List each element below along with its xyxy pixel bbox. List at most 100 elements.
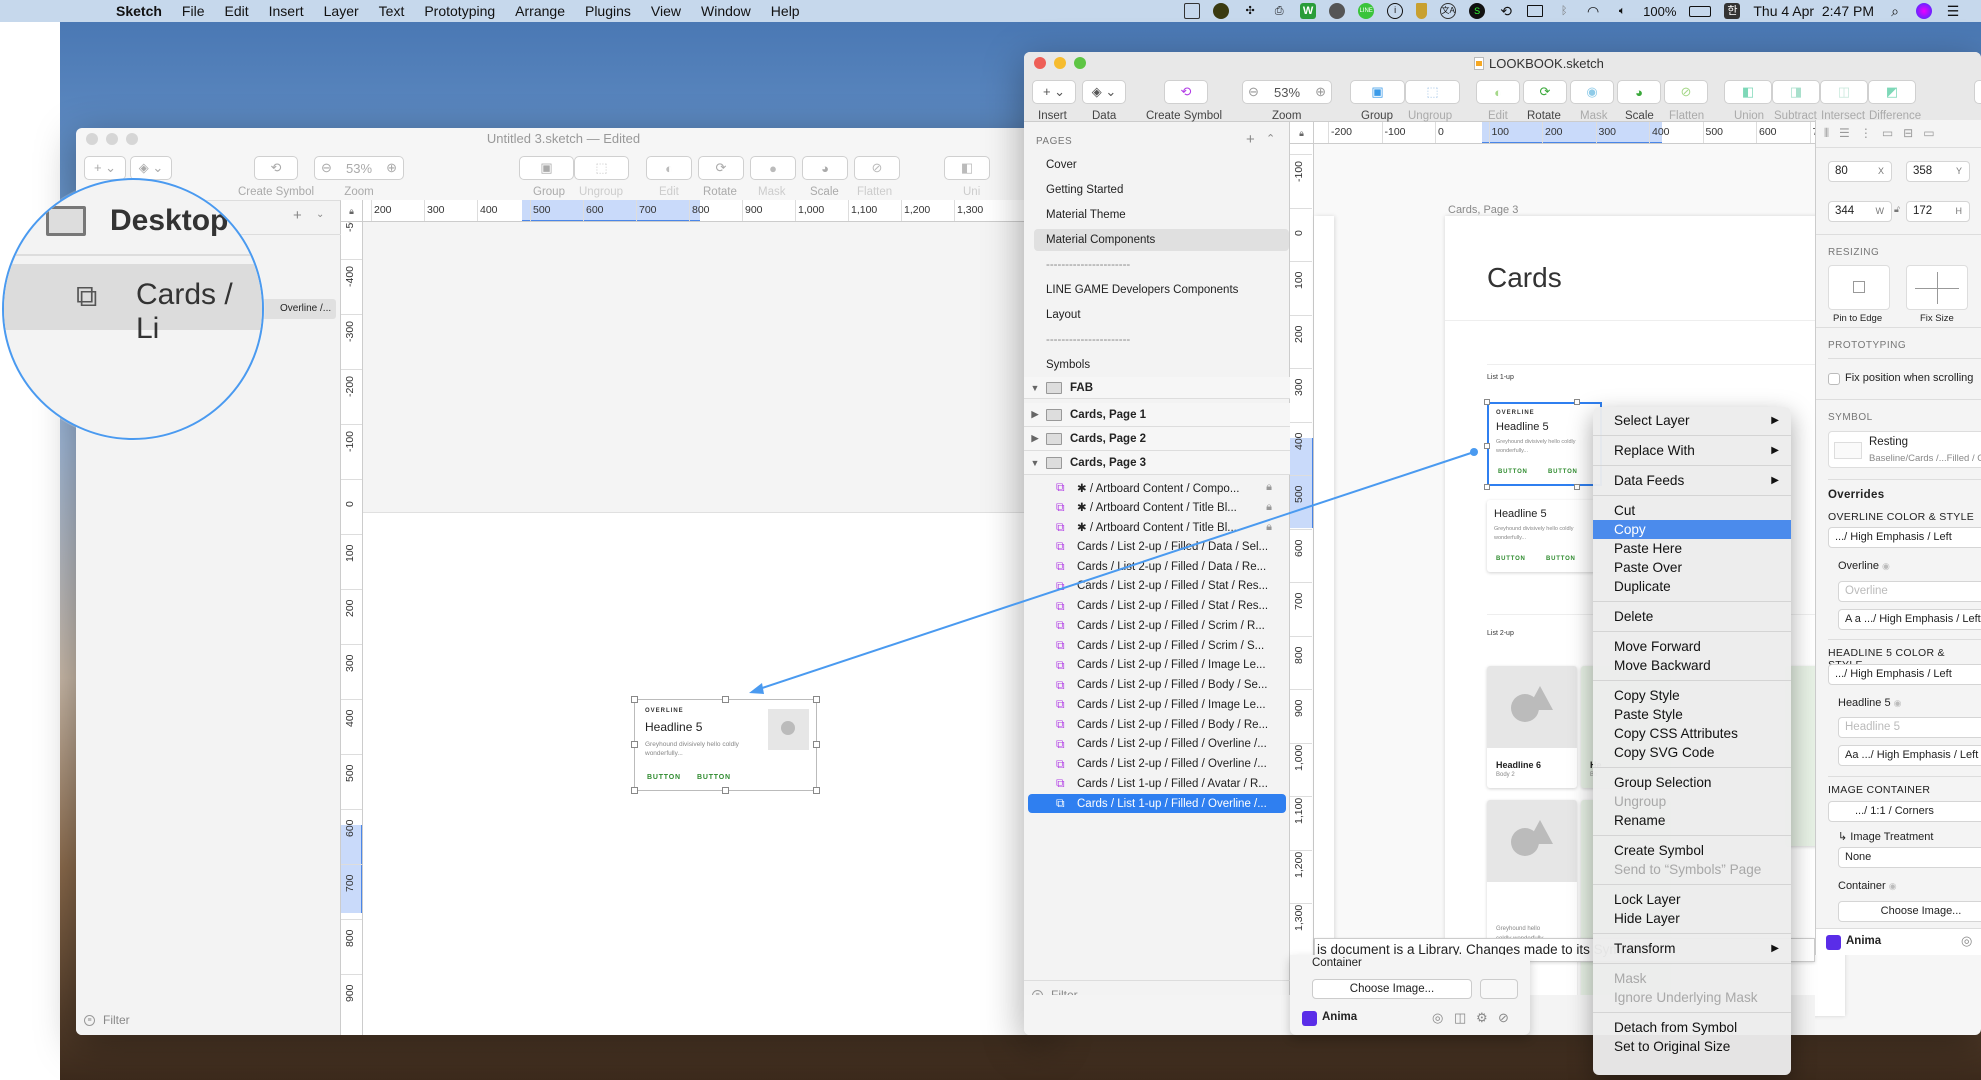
disclosure-triangle-icon[interactable]: ▼ — [1024, 383, 1046, 393]
menu-file[interactable]: File — [182, 3, 205, 19]
group-button[interactable]: ▣ — [1350, 80, 1405, 104]
collapse-pages-icon[interactable]: ⌄ — [316, 209, 324, 220]
fix-position-checkbox[interactable] — [1828, 373, 1840, 385]
insert-button[interactable]: + ⌄ — [1032, 80, 1076, 104]
beer-icon[interactable] — [1184, 3, 1201, 19]
minimize-button[interactable] — [1054, 57, 1066, 69]
menu-item-move-backward[interactable]: Move Backward — [1593, 656, 1791, 675]
card-button-2[interactable]: BUTTON — [1548, 469, 1578, 475]
layer-row[interactable]: ⧉ Cards / List 1-up / Filled / Avatar / R… — [1028, 774, 1286, 793]
input-method-icon[interactable]: 한 — [1724, 3, 1741, 19]
align-bottom-icon[interactable]: ▭ — [1923, 126, 1934, 141]
symbol-picker[interactable]: Resting Baseline/Cards /...Filled / O — [1828, 431, 1981, 468]
layer-row[interactable]: ⧉ Cards / List 1-up / Filled / Overline /… — [1028, 794, 1286, 813]
layer-row[interactable]: ⧉ Cards / List 2-up / Filled / Scrim / R.… — [1028, 616, 1286, 635]
line-icon[interactable]: LINE — [1358, 3, 1375, 19]
dropbox-icon[interactable]: ✣ — [1242, 3, 1258, 19]
breakpoints-icon[interactable]: ⊘ — [1498, 1010, 1509, 1026]
left-horizontal-ruler[interactable]: 200 300 400 500 600 700 800 900 1,000 1,100 1,200 1… — [363, 200, 1051, 222]
ungroup-button[interactable]: ⬚ — [1405, 80, 1460, 104]
page-item[interactable]: Symbols — [1034, 354, 1289, 376]
ungroup-button[interactable]: ⬚ — [574, 156, 629, 180]
fix-size-control[interactable] — [1906, 265, 1968, 310]
resize-handle-ml[interactable] — [1484, 443, 1490, 449]
list1-card-2[interactable]: Headline 5 Greyhound divisively hello co… — [1487, 500, 1602, 572]
left-filter[interactable]: ≡ Filter — [84, 1013, 130, 1027]
menu-item-copy[interactable]: Copy — [1593, 520, 1791, 539]
menu-item-copy-css-attributes[interactable]: Copy CSS Attributes — [1593, 724, 1791, 743]
rotate-button[interactable]: ⟳ — [1523, 80, 1567, 104]
data-button[interactable]: ◈ ⌄ — [1082, 80, 1126, 104]
scale-button[interactable]: ◕ — [1617, 80, 1661, 104]
zoom-button[interactable] — [1074, 57, 1086, 69]
union-button[interactable]: ◧ — [1724, 80, 1772, 104]
layer-group-row[interactable]: ▼ FAB — [1024, 377, 1290, 399]
create-symbol-button[interactable]: ⟲ — [254, 156, 298, 180]
resize-handle-tc[interactable] — [1574, 399, 1580, 405]
translate-icon[interactable]: 文A — [1440, 3, 1457, 19]
mask-button[interactable]: ● — [750, 156, 796, 180]
menu-item-copy-svg-code[interactable]: Copy SVG Code — [1593, 743, 1791, 762]
resize-handle-mr[interactable] — [813, 741, 820, 748]
create-symbol-button[interactable]: ⟲ — [1164, 80, 1208, 104]
page-item[interactable]: Cover — [1034, 154, 1289, 176]
overline-text-style-select[interactable]: A a .../ High Emphasis / Left — [1838, 609, 1981, 630]
zoom-out-icon[interactable]: ⊖ — [1248, 84, 1259, 100]
insert-button[interactable]: + ⌄ — [84, 156, 126, 180]
data-button[interactable]: ◈ ⌄ — [130, 156, 172, 180]
align-top-icon[interactable]: ▭ — [1882, 126, 1893, 141]
siri-icon[interactable] — [1916, 3, 1932, 19]
difference-button[interactable]: ◩ — [1868, 80, 1916, 104]
preview-icon[interactable]: ◎ — [1961, 933, 1972, 949]
menu-layer[interactable]: Layer — [324, 3, 359, 19]
menu-item-paste-style[interactable]: Paste Style — [1593, 705, 1791, 724]
layer-row[interactable]: ⧉ Cards / List 2-up / Filled / Scrim / S.… — [1028, 636, 1286, 655]
right-horizontal-ruler[interactable]: -200-10001002003004005006007 — [1314, 122, 1815, 144]
menu-window[interactable]: Window — [701, 3, 751, 19]
menubar-clock[interactable]: Thu 4 Apr 2:47 PM — [1753, 3, 1874, 19]
add-page-icon[interactable]: + — [293, 207, 302, 224]
card-button-2[interactable]: BUTTON — [1546, 556, 1576, 562]
menu-item-data-feeds[interactable]: Data Feeds ▶ — [1593, 471, 1791, 490]
rotate-button[interactable]: ⟳ — [698, 156, 744, 180]
spotlight-search-icon[interactable]: ⌕ — [1887, 3, 1903, 19]
collapse-pages-icon[interactable]: ⌃ — [1266, 132, 1275, 145]
layer-row[interactable]: ⧉ Cards / List 2-up / Filled / Data / Sel… — [1028, 537, 1286, 556]
close-button[interactable] — [1034, 57, 1046, 69]
menu-help[interactable]: Help — [771, 3, 800, 19]
overline-text-input[interactable]: Overline — [1838, 581, 1981, 602]
menu-item-paste-over[interactable]: Paste Over — [1593, 558, 1791, 577]
page-item[interactable]: Material Theme — [1034, 204, 1289, 226]
menu-item-cut[interactable]: Cut — [1593, 501, 1791, 520]
height-input[interactable]: 172 H — [1906, 201, 1970, 222]
notification-center-icon[interactable]: ☰ — [1945, 3, 1961, 19]
headline-style-select[interactable]: .../ High Emphasis / Left — [1828, 664, 1981, 685]
group-button[interactable]: ▣ — [519, 156, 574, 180]
layer-group-row[interactable]: ▶ Cards, Page 1 — [1024, 403, 1290, 427]
scale-button[interactable]: ◕ — [802, 156, 848, 180]
time-machine-icon[interactable]: ⟲ — [1498, 3, 1514, 19]
edit-button[interactable]: ◐ — [646, 156, 692, 180]
menu-item-transform[interactable]: Transform ▶ — [1593, 939, 1791, 958]
resize-handle-tl[interactable] — [1484, 399, 1490, 405]
menu-item-paste-here[interactable]: Paste Here — [1593, 539, 1791, 558]
distribute-horizontal-icon[interactable]: ⫴ — [1824, 126, 1829, 141]
printer-icon[interactable]: ⎙ — [1271, 3, 1287, 19]
layer-row[interactable]: ⧉ Cards / List 2-up / Filled / Image Le..… — [1028, 656, 1286, 675]
width-input[interactable]: 344 W — [1828, 201, 1892, 222]
resize-handle-bl[interactable] — [631, 787, 638, 794]
resize-handle-tc[interactable] — [722, 696, 729, 703]
menu-insert[interactable]: Insert — [269, 3, 304, 19]
right-vertical-ruler[interactable]: -100 0 100 200 300 400 500 600 700 800 900 1,000 1,1… — [1290, 144, 1314, 995]
zoom-in-icon[interactable]: ⊕ — [386, 160, 397, 176]
zoom-control[interactable]: ⊖ 53% ⊕ — [314, 156, 404, 180]
menu-item-create-symbol[interactable]: Create Symbol — [1593, 841, 1791, 860]
mask-button[interactable]: ◉ — [1570, 80, 1614, 104]
resize-handle-bc[interactable] — [722, 787, 729, 794]
choose-image-button[interactable]: Choose Image... — [1312, 979, 1472, 999]
lock-proportions-icon[interactable]: 🔓︎ — [1894, 204, 1900, 215]
overline-style-select[interactable]: .../ High Emphasis / Left — [1828, 527, 1981, 548]
choose-image-button[interactable]: Choose Image... — [1838, 901, 1981, 922]
image-container-select[interactable]: .../ 1:1 / Corners — [1828, 801, 1981, 822]
list1-card-selected[interactable]: OVERLINE Headline 5 Greyhound divisively… — [1487, 402, 1602, 486]
